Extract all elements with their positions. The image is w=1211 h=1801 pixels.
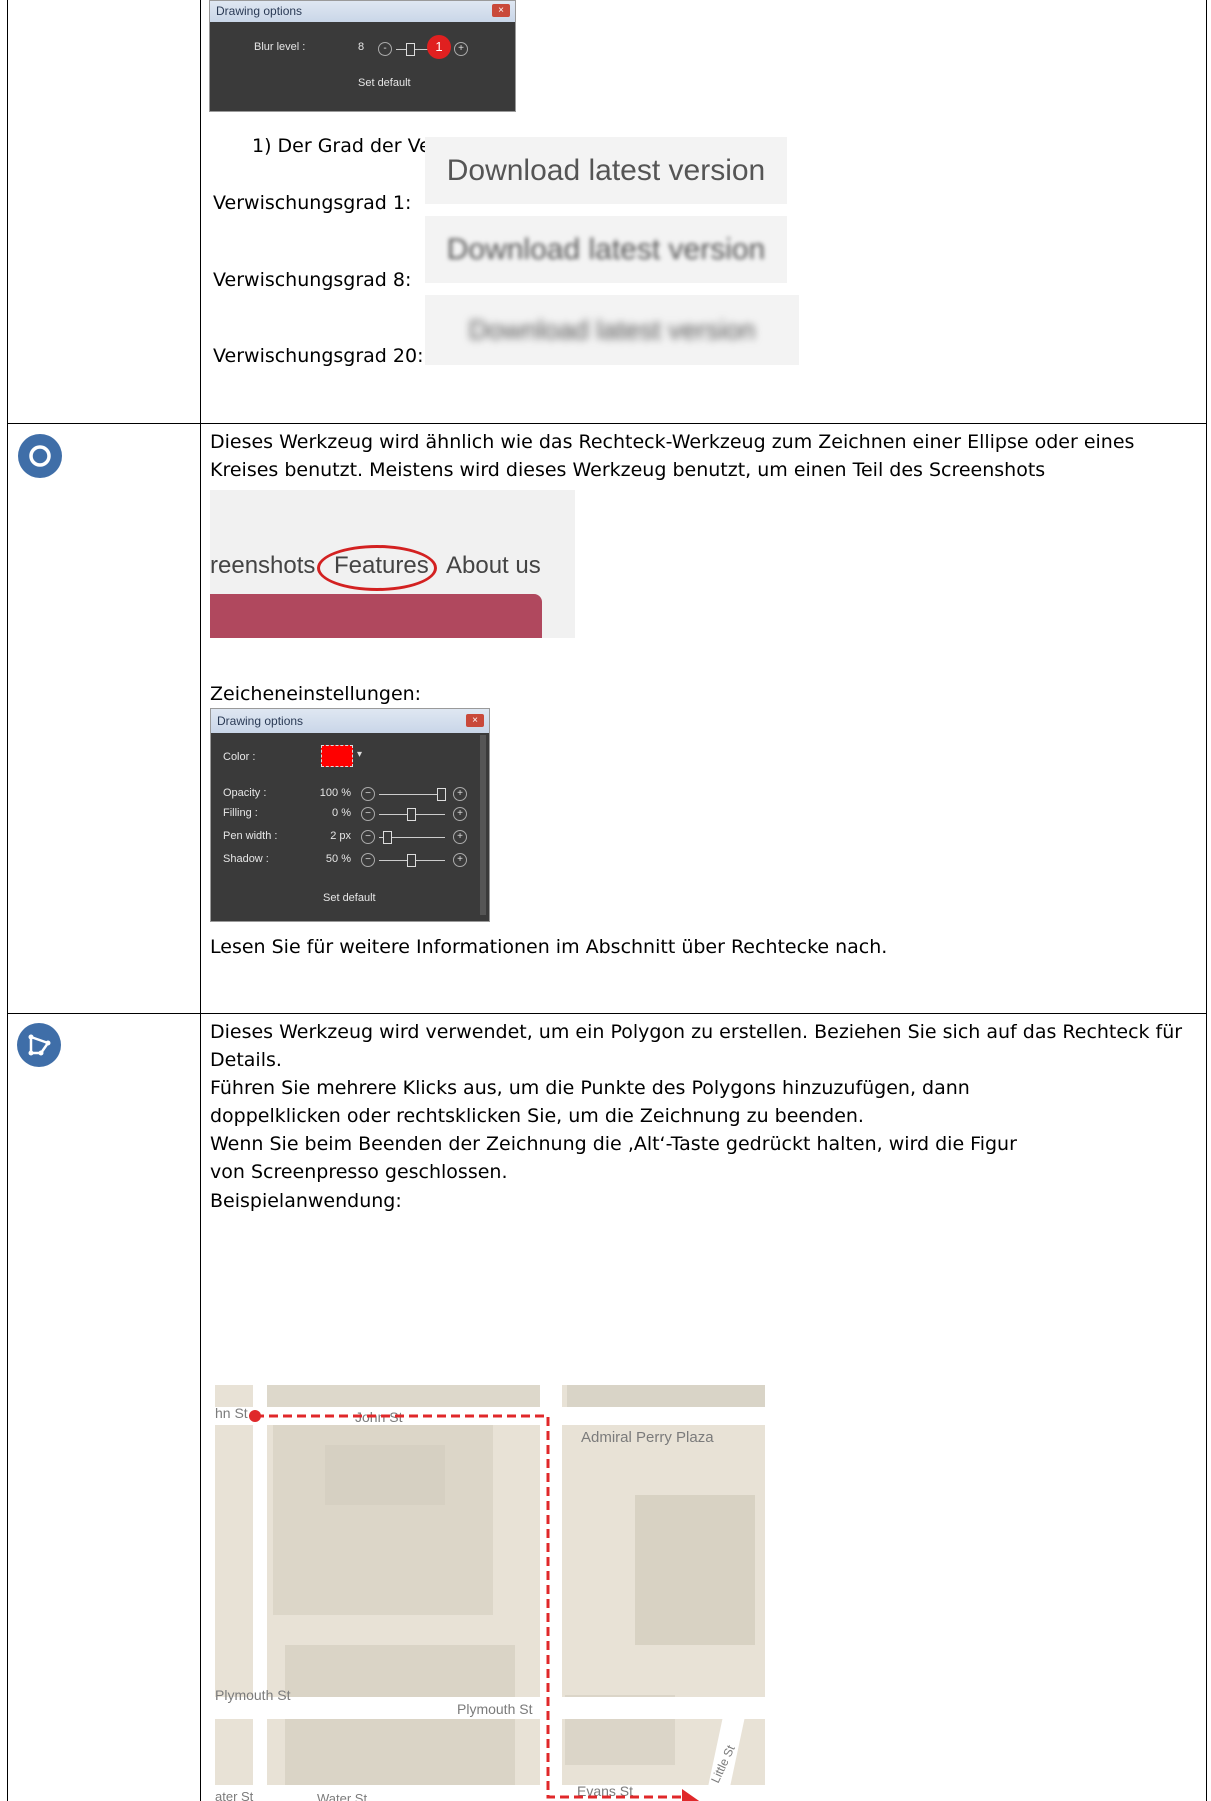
color-label: Color : xyxy=(223,751,256,763)
opacity-slider-thumb[interactable] xyxy=(437,788,446,801)
shadow-value: 50 % xyxy=(325,853,351,865)
opacity-label: Opacity : xyxy=(223,787,267,799)
map-example-image: hn St John St Admiral Perry Plaza Plymou… xyxy=(215,1385,765,1801)
decrease-button[interactable]: − xyxy=(361,787,375,801)
filling-label: Filling : xyxy=(223,807,258,819)
blur-sample-image: Download latest version xyxy=(425,216,787,283)
polygon-paragraph: Beispielanwendung: xyxy=(210,1190,402,1212)
increase-button[interactable]: + xyxy=(453,807,467,821)
opacity-slider[interactable] xyxy=(379,794,445,795)
highlight-ellipse xyxy=(317,545,437,591)
increase-button[interactable]: + xyxy=(453,787,467,801)
polygon-path xyxy=(249,1410,700,1801)
settings-heading: Zeicheneinstellungen: xyxy=(210,683,422,705)
chevron-down-icon[interactable]: ▾ xyxy=(357,749,362,760)
polygon-paragraph: Führen Sie mehrere Klicks aus, um die Pu… xyxy=(210,1077,970,1127)
close-icon[interactable]: × xyxy=(466,714,484,727)
set-default-button[interactable]: Set default xyxy=(323,892,376,904)
shadow-slider-thumb[interactable] xyxy=(407,854,416,867)
close-icon[interactable]: × xyxy=(492,4,510,17)
row-divider xyxy=(7,1013,1207,1014)
ellipse-footer: Lesen Sie für weitere Informationen im A… xyxy=(210,936,888,958)
blur-sample-label: Verwischungsgrad 8: xyxy=(213,269,412,291)
ellipse-example-image: reenshots Features About us xyxy=(210,490,575,638)
opacity-value: 100 % xyxy=(319,787,351,799)
polygon-icon xyxy=(28,1034,51,1056)
blur-level-label: Blur level : xyxy=(254,41,306,53)
decrease-button[interactable]: - xyxy=(378,42,392,56)
blur-sample-text: Download latest version xyxy=(468,314,756,345)
shadow-label: Shadow : xyxy=(223,853,269,865)
decrease-button[interactable]: − xyxy=(361,830,375,844)
table-border-right xyxy=(1206,0,1207,1801)
ellipse-options-dialog: Drawing options × Color : ▾ Opacity : 10… xyxy=(210,708,490,922)
blur-options-dialog: Drawing options × Blur level : 8 - 1 + S… xyxy=(209,0,516,112)
menu-item: reenshots xyxy=(210,552,316,579)
menu-item: About us xyxy=(446,552,541,579)
step-marker: 1 xyxy=(427,35,451,59)
color-swatch[interactable] xyxy=(321,745,353,767)
pen-width-label: Pen width : xyxy=(223,830,278,842)
increase-button[interactable]: + xyxy=(454,42,468,56)
ellipse-tool-icon xyxy=(18,434,62,478)
polygon-paragraph: Wenn Sie beim Beenden der Zeichnung die … xyxy=(210,1133,1017,1183)
dialog-scrollbar[interactable] xyxy=(480,735,486,915)
dialog-title: Drawing options xyxy=(211,709,489,733)
row-divider xyxy=(7,423,1207,424)
filling-value: 0 % xyxy=(332,807,351,819)
polygon-tool-icon xyxy=(17,1023,61,1067)
blur-sample-text: Download latest version xyxy=(446,232,766,266)
decrease-button[interactable]: − xyxy=(361,853,375,867)
dialog-title: Drawing options xyxy=(210,1,515,22)
increase-button[interactable]: + xyxy=(453,830,467,844)
set-default-button[interactable]: Set default xyxy=(358,77,411,89)
blur-sample-label: Verwischungsgrad 20: xyxy=(213,345,424,367)
increase-button[interactable]: + xyxy=(453,853,467,867)
blur-sample-text: Download latest version xyxy=(446,153,766,187)
ellipse-icon xyxy=(29,445,51,467)
blur-sample-image: Download latest version xyxy=(425,295,799,365)
filling-slider-thumb[interactable] xyxy=(407,808,416,821)
pink-banner xyxy=(210,594,542,638)
blur-sample-label: Verwischungsgrad 1: xyxy=(213,192,412,214)
table-border-left xyxy=(7,0,8,1801)
blur-slider-thumb[interactable] xyxy=(406,43,415,56)
polygon-paragraph: Dieses Werkzeug wird verwendet, um ein P… xyxy=(210,1021,1183,1071)
pen-width-slider-thumb[interactable] xyxy=(383,831,392,844)
blur-sample-image: Download latest version xyxy=(425,137,787,204)
blur-level-value: 8 xyxy=(358,41,365,53)
pen-width-value: 2 px xyxy=(330,830,351,842)
column-divider xyxy=(200,0,201,1801)
decrease-button[interactable]: − xyxy=(361,807,375,821)
